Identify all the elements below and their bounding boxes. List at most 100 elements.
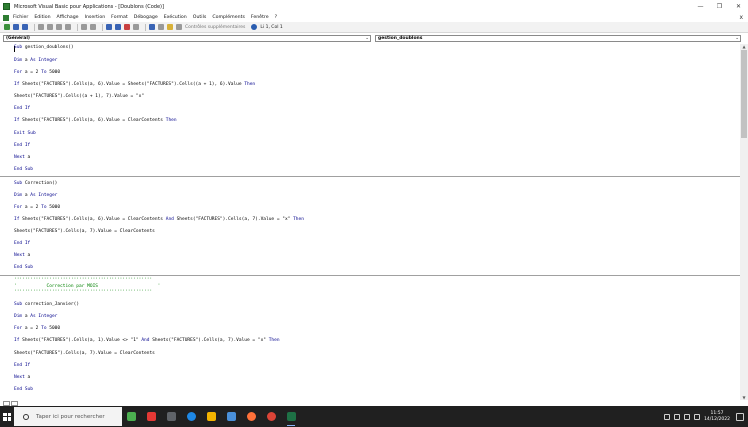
code-line[interactable]: End Sub xyxy=(14,387,33,393)
menu-affichage[interactable]: Affichage xyxy=(57,15,79,20)
code-editor[interactable]: Sub gestion_doublons() Dim a As Integer Fo… xyxy=(0,44,740,400)
taskbar-store[interactable] xyxy=(224,409,238,424)
battery-icon[interactable] xyxy=(694,413,701,420)
code-line[interactable]: End If xyxy=(14,241,30,247)
view-excel-icon[interactable] xyxy=(4,24,10,30)
reset-icon[interactable] xyxy=(124,24,130,30)
procedure-dropdown[interactable]: gestion_doublons ⌄ xyxy=(375,35,741,42)
code-line[interactable]: Dim a As Integer xyxy=(14,314,57,320)
code-line[interactable]: End If xyxy=(14,363,30,369)
code-keyword: End Sub xyxy=(14,167,33,172)
code-line[interactable]: For a = 2 To 5000 xyxy=(14,326,60,332)
menu-fichier[interactable]: Fichier xyxy=(13,15,28,20)
code-line[interactable]: End If xyxy=(14,143,30,149)
find-icon[interactable] xyxy=(65,24,71,30)
clock[interactable]: 11:57 14/12/2022 xyxy=(704,411,730,423)
project-explorer-icon[interactable] xyxy=(149,24,155,30)
menu-insertion[interactable]: Insertion xyxy=(85,15,106,20)
chrome-icon xyxy=(266,412,276,421)
code-line[interactable]: If Sheets("FACTURES").Cells(a, 6).Value … xyxy=(14,217,304,223)
scroll-down-icon[interactable]: ▼ xyxy=(740,395,748,400)
object-dropdown[interactable]: (Général) ⌄ xyxy=(3,35,371,42)
code-keyword: Dim xyxy=(14,314,23,319)
toolbar-separator xyxy=(34,23,35,31)
notification-icon[interactable] xyxy=(736,412,744,421)
code-line[interactable]: End Sub xyxy=(14,167,33,173)
code-text: 5000 xyxy=(46,70,61,75)
comment-line[interactable]: ''''''''''''''''''''''''''''''''''''''''… xyxy=(14,290,152,296)
code-line[interactable]: Exit Sub xyxy=(14,131,36,137)
run-icon[interactable] xyxy=(106,24,112,30)
code-line[interactable]: Sub correction_Janvier() xyxy=(14,302,79,308)
undo-icon[interactable] xyxy=(81,24,87,30)
taskbar-app[interactable] xyxy=(144,409,158,424)
menu-complements[interactable]: Compléments xyxy=(212,15,245,20)
code-line[interactable]: For a = 2 To 5000 xyxy=(14,70,60,76)
code-line[interactable]: Sub gestion_doublons() xyxy=(14,45,74,51)
taskbar-excel[interactable] xyxy=(284,409,298,426)
toolbar-separator xyxy=(102,23,103,31)
code-line[interactable]: Sub Correction() xyxy=(14,181,57,187)
code-line[interactable]: Dim a As Integer xyxy=(14,193,57,199)
code-line[interactable]: Sheets("FACTURES").Cells((a + 1), 7).Val… xyxy=(14,94,144,100)
redo-icon[interactable] xyxy=(90,24,96,30)
menu-help[interactable]: ? xyxy=(275,15,278,20)
paste-icon[interactable] xyxy=(56,24,62,30)
volume-icon[interactable] xyxy=(684,413,691,420)
code-text: a = 2 xyxy=(22,326,42,331)
excel-icon[interactable] xyxy=(3,14,9,21)
code-line[interactable]: End If xyxy=(14,106,30,112)
object-browser-icon[interactable] xyxy=(167,24,173,30)
search-placeholder: Taper ici pour rechercher xyxy=(36,413,105,420)
standard-toolbar: Contrôles supplémentaires Li 1, Col 1 xyxy=(0,22,748,33)
code-line[interactable]: Dim a As Integer xyxy=(14,58,57,64)
code-line[interactable]: End Sub xyxy=(14,265,33,271)
additional-controls-label[interactable]: Contrôles supplémentaires xyxy=(185,25,245,30)
code-line[interactable]: Next a xyxy=(14,375,30,381)
close-code-window-icon[interactable]: x xyxy=(739,14,743,21)
code-line[interactable]: Sheets("FACTURES").Cells(a, 7).Value = C… xyxy=(14,351,155,357)
code-line[interactable]: Next a xyxy=(14,155,30,161)
properties-window-icon[interactable] xyxy=(158,24,164,30)
minimize-button[interactable]: — xyxy=(691,0,710,13)
taskbar-explorer[interactable] xyxy=(204,409,218,424)
code-line[interactable]: If Sheets("FACTURES").Cells(a, 6).Value … xyxy=(14,118,177,124)
design-mode-icon[interactable] xyxy=(133,24,139,30)
menu-edition[interactable]: Edition xyxy=(34,15,50,20)
cut-icon[interactable] xyxy=(38,24,44,30)
help-icon[interactable] xyxy=(251,24,258,30)
menu-fenetre[interactable]: Fenêtre xyxy=(251,15,269,20)
taskbar-widget[interactable] xyxy=(124,409,138,424)
taskbar-task-view[interactable] xyxy=(164,409,178,424)
code-line[interactable]: If Sheets("FACTURES").Cells(a, 1).Value … xyxy=(14,338,280,344)
code-line[interactable]: Sheets("FACTURES").Cells(a, 7).Value = C… xyxy=(14,229,155,235)
taskbar-edge[interactable] xyxy=(184,409,198,424)
save-icon[interactable] xyxy=(22,24,28,30)
scroll-up-icon[interactable]: ▲ xyxy=(740,44,748,49)
scrollbar-thumb[interactable] xyxy=(741,50,747,138)
taskbar-firefox[interactable] xyxy=(244,409,258,424)
start-button[interactable] xyxy=(0,406,14,427)
code-text: ''''''''''''''''''''''''''''''''''''''''… xyxy=(14,290,153,295)
network-icon[interactable] xyxy=(674,413,681,420)
code-line[interactable]: For a = 2 To 5000 xyxy=(14,205,60,211)
menu-debogage[interactable]: Débogage xyxy=(134,15,158,20)
insert-module-icon[interactable] xyxy=(13,24,19,30)
show-hidden-icons-icon[interactable] xyxy=(664,413,671,420)
code-line[interactable]: Next a xyxy=(14,253,30,259)
code-keyword: Next xyxy=(14,155,25,160)
break-icon[interactable] xyxy=(115,24,121,30)
menu-format[interactable]: Format xyxy=(111,15,128,20)
taskbar-chrome[interactable] xyxy=(264,409,278,424)
menu-execution[interactable]: Exécution xyxy=(164,15,187,20)
taskbar-search[interactable]: Taper ici pour rechercher xyxy=(14,407,122,426)
close-button[interactable]: ✕ xyxy=(729,0,748,13)
edge-icon xyxy=(186,412,196,421)
vertical-scrollbar[interactable]: ▲ ▼ xyxy=(740,44,748,400)
toolbox-icon[interactable] xyxy=(176,24,182,30)
menu-outils[interactable]: Outils xyxy=(193,15,207,20)
copy-icon[interactable] xyxy=(47,24,53,30)
restore-button[interactable]: ❐ xyxy=(710,0,729,13)
code-line[interactable]: If Sheets("FACTURES").Cells(a, 6).Value … xyxy=(14,82,255,88)
task-view-icon xyxy=(166,412,176,421)
